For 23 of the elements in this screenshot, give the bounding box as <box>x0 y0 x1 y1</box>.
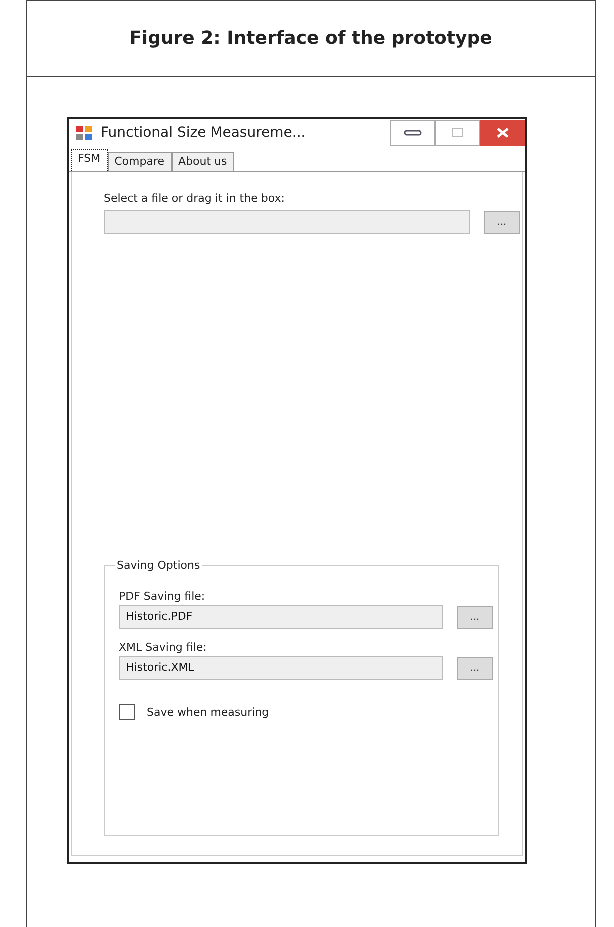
tab[interactable]: About us <box>172 152 234 171</box>
minimize-button[interactable] <box>390 120 435 146</box>
group-title: Saving Options <box>116 559 202 572</box>
checkbox-label: Save when measuring <box>147 706 270 718</box>
window-title: Functional Size Measureme... <box>101 125 307 141</box>
figure-caption: Figure 2: Interface of the prototype <box>130 28 492 49</box>
field-label: XML Saving file: <box>119 641 208 654</box>
minimize-icon <box>404 130 422 136</box>
close-icon <box>496 128 508 138</box>
tab[interactable]: Compare <box>108 152 172 171</box>
checkbox[interactable] <box>119 704 135 720</box>
file-path-field[interactable]: Historic.PDF <box>119 605 443 629</box>
maximize-icon <box>452 128 464 138</box>
file-path-field[interactable]: Historic.XML <box>119 656 443 680</box>
file-label: Select a file or drag it in the box: <box>104 192 286 205</box>
field-label: PDF Saving file: <box>119 590 206 603</box>
browse-button[interactable]: ... <box>484 210 520 234</box>
browse-button[interactable]: ... <box>457 656 493 680</box>
tab[interactable]: FSM <box>71 149 108 171</box>
browse-button[interactable]: ... <box>457 606 493 628</box>
close-button[interactable] <box>480 120 525 146</box>
app-icon <box>75 124 93 142</box>
file-field[interactable] <box>104 210 470 234</box>
